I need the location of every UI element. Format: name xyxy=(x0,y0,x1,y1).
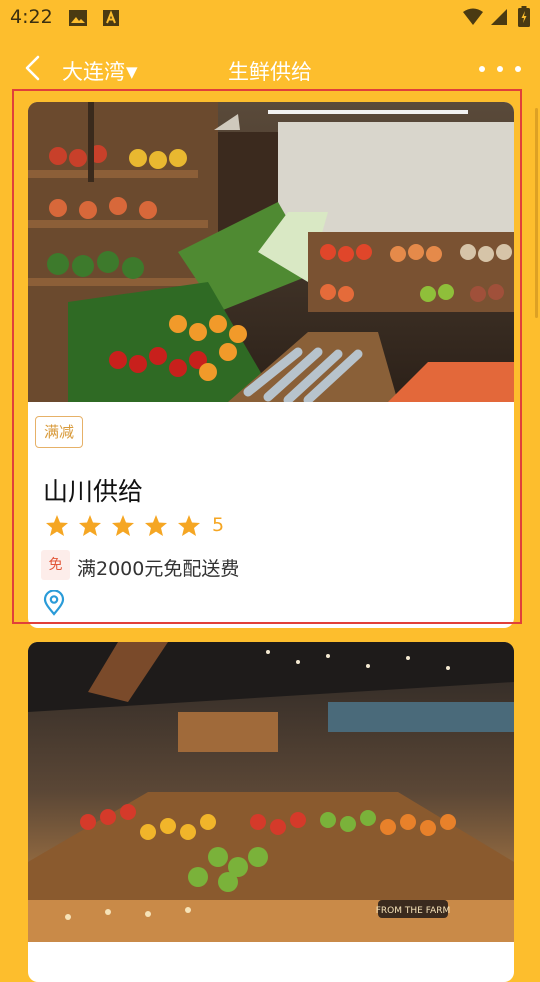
status-time: 4:22 xyxy=(10,6,53,28)
star-icon xyxy=(46,514,68,536)
star-icon xyxy=(145,514,167,536)
store-image xyxy=(28,102,514,402)
star-icon xyxy=(112,514,134,536)
rating: 5 xyxy=(45,512,224,538)
store-name: 山川供给 xyxy=(43,477,144,506)
star-icon xyxy=(178,514,200,536)
delivery-info: 满2000元免配送费 xyxy=(77,558,240,580)
location-selector[interactable]: 大连湾▼ xyxy=(62,56,138,86)
signal-icon xyxy=(491,9,507,25)
star-icon xyxy=(79,514,101,536)
store-image: FROM THE FARM xyxy=(28,642,514,942)
promo-tag: 满减 xyxy=(35,416,84,448)
farm-sign: FROM THE FARM xyxy=(376,906,450,916)
a-icon xyxy=(103,10,119,26)
image-icon xyxy=(69,10,87,26)
store-card[interactable]: 满减 山川供给 5 免 满2000元免配送费 xyxy=(28,102,514,628)
rating-value: 5 xyxy=(212,514,225,536)
wifi-icon xyxy=(463,8,483,25)
nav-bar: 生鲜供给 大连湾▼ xyxy=(0,44,540,94)
status-bar: 4:22 xyxy=(0,0,540,36)
battery-icon xyxy=(518,6,530,27)
scrollbar[interactable] xyxy=(535,108,538,318)
location-pin-icon[interactable] xyxy=(43,590,65,616)
chevron-down-icon: ▼ xyxy=(126,63,138,81)
free-delivery-badge: 免 xyxy=(41,550,70,580)
more-options-icon[interactable] xyxy=(478,64,522,74)
location-label: 大连湾 xyxy=(62,60,125,84)
store-card[interactable]: FROM THE FARM xyxy=(28,642,514,982)
